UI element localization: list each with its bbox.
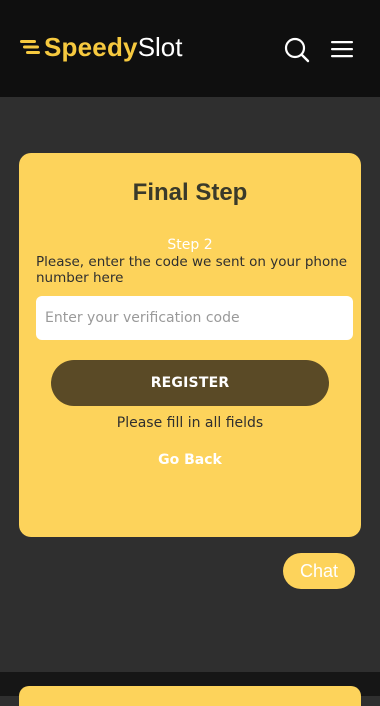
menu-button[interactable] <box>331 40 353 58</box>
search-icon <box>284 37 310 63</box>
top-header: Speedy Slot <box>0 0 380 97</box>
search-button[interactable] <box>284 37 310 63</box>
logo[interactable]: Speedy Slot <box>20 31 183 63</box>
step-indicator: Step 2 <box>167 237 213 253</box>
verification-code-input[interactable] <box>36 296 353 340</box>
go-back-link[interactable]: Go Back <box>19 452 361 468</box>
logo-text-slot: Slot <box>137 31 183 62</box>
page-title: Final Step <box>132 179 248 206</box>
register-button[interactable]: REGISTER <box>51 360 329 406</box>
chat-button[interactable]: Chat <box>283 553 355 589</box>
footer-card-edge <box>19 686 361 706</box>
speed-lines-icon <box>20 40 40 54</box>
verification-card: Final Step Step 2 Please, enter the code… <box>19 153 361 537</box>
validation-message: Please fill in all fields <box>116 415 264 431</box>
hamburger-menu-icon <box>331 41 353 58</box>
logo-text-speedy: Speedy <box>44 31 138 62</box>
instruction-text: Please, enter the code we sent on your p… <box>36 254 348 286</box>
